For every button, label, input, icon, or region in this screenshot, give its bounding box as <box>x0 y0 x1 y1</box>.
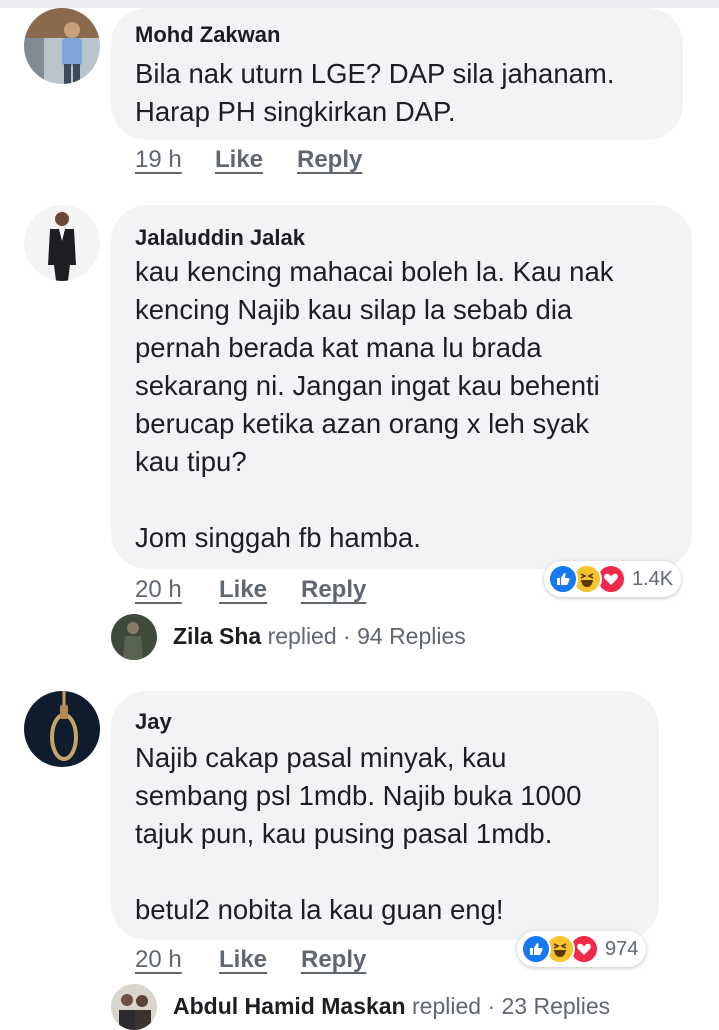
replies-summary[interactable]: Abdul Hamid Maskan replied · 23 Replies <box>173 993 610 1020</box>
comment-timestamp[interactable]: 19 h <box>135 146 182 174</box>
avatar[interactable] <box>111 614 157 660</box>
replied-text: replied <box>412 993 482 1019</box>
avatar[interactable] <box>24 691 100 767</box>
comment-text: kau kencing mahacai boleh la. Kau nak ke… <box>135 256 614 553</box>
reply-button[interactable]: Reply <box>301 946 366 974</box>
top-divider <box>0 0 719 8</box>
reply-button[interactable]: Reply <box>297 146 362 174</box>
replies-count: 23 Replies <box>501 993 611 1019</box>
avatar[interactable] <box>24 205 100 281</box>
avatar[interactable] <box>111 984 157 1030</box>
like-button[interactable]: Like <box>219 576 267 604</box>
comment-timestamp[interactable]: 20 h <box>135 946 182 974</box>
comment-author[interactable]: Jalaluddin Jalak <box>135 225 305 251</box>
reply-author: Abdul Hamid Maskan <box>173 993 406 1019</box>
comment-author[interactable]: Jay <box>135 709 172 735</box>
reply-author: Zila Sha <box>173 623 262 649</box>
replied-text: replied <box>267 623 337 649</box>
avatar[interactable] <box>24 8 100 84</box>
replies-count: 94 Replies <box>357 623 466 649</box>
like-button[interactable]: Like <box>215 146 263 174</box>
like-icon <box>548 564 578 594</box>
like-icon <box>521 934 551 964</box>
comment-bubble: Jalaluddin Jalak kau kencing mahacai bol… <box>111 205 692 569</box>
reactions-summary[interactable]: 1.4K <box>544 561 682 597</box>
separator-dot: · <box>487 993 496 1019</box>
comment-bubble: Jay Najib cakap pasal minyak, kau semban… <box>111 691 659 940</box>
comment-author[interactable]: Mohd Zakwan <box>135 22 280 48</box>
like-button[interactable]: Like <box>219 946 267 974</box>
reactions-summary[interactable]: 974 <box>517 931 647 967</box>
comment-bubble: Mohd Zakwan Bila nak uturn LGE? DAP sila… <box>111 8 683 140</box>
comment-text: Najib cakap pasal minyak, kau sembang ps… <box>135 742 582 925</box>
reaction-count: 974 <box>605 937 639 960</box>
separator-dot: · <box>343 623 351 649</box>
comment-text: Bila nak uturn LGE? DAP sila jahanam. Ha… <box>135 58 615 127</box>
reaction-count: 1.4K <box>632 567 674 590</box>
replies-summary[interactable]: Zila Sha replied · 94 Replies <box>173 623 466 650</box>
comment-timestamp[interactable]: 20 h <box>135 576 182 604</box>
reply-button[interactable]: Reply <box>301 576 366 604</box>
